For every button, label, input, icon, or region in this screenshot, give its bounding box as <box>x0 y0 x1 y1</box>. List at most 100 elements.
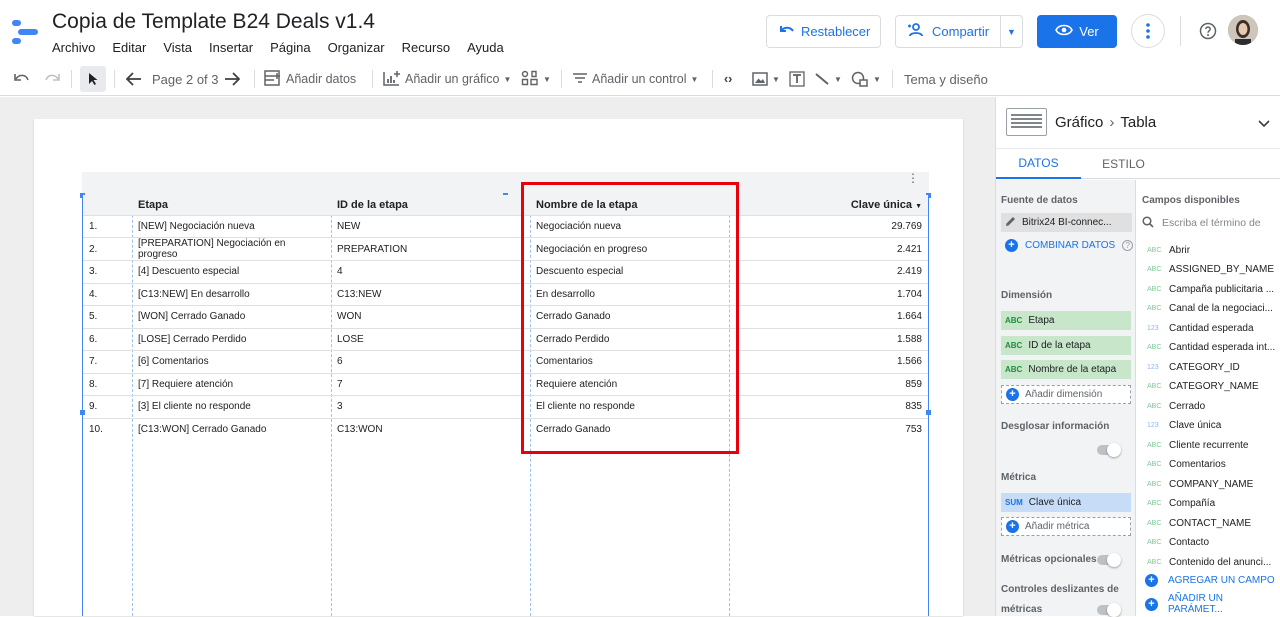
toolbar-separator <box>114 70 115 88</box>
chart-menu-icon[interactable]: ⋮ <box>907 172 919 184</box>
menu-pagina[interactable]: Página <box>270 40 310 55</box>
report-title[interactable]: Copia de Template B24 Deals v1.4 <box>52 10 375 34</box>
text-type-tag: ABC <box>1147 539 1162 546</box>
available-field-item[interactable]: ABC Campaña publicitaria ... <box>1147 281 1275 297</box>
add-dimension-button[interactable]: + Añadir dimensión <box>1001 385 1131 404</box>
agregar-campo-button[interactable]: + AGREGAR UN CAMPO <box>1145 574 1275 587</box>
compartir-button[interactable]: Compartir ▼ <box>895 15 1023 48</box>
menu-insertar[interactable]: Insertar <box>209 40 253 55</box>
add-chart-button[interactable]: Añadir un gráfico ▼ <box>383 62 511 96</box>
shape-icon[interactable]: ▼ <box>851 62 881 96</box>
undo-icon[interactable] <box>14 62 30 96</box>
menu-vista[interactable]: Vista <box>163 40 192 55</box>
desglosar-label: Desglosar información <box>1001 421 1110 432</box>
available-field-item[interactable]: ABC Cliente recurrente <box>1147 437 1275 453</box>
available-field-item[interactable]: 123 Clave única <box>1147 418 1275 434</box>
desglosar-toggle[interactable] <box>1097 443 1121 457</box>
available-field-item[interactable]: ABC Cerrado <box>1147 398 1275 414</box>
clave-unica-cell: 2.421 <box>729 237 928 261</box>
column-header-etapa[interactable]: Etapa <box>132 195 331 215</box>
table-row[interactable]: 10. [C13:WON] Cerrado Ganado C13:WON Cerrad… <box>83 417 928 441</box>
ver-button[interactable]: Ver <box>1037 15 1117 48</box>
available-field-item[interactable]: ABC Cantidad esperada int... <box>1147 340 1275 356</box>
data-source-chip[interactable]: Bitrix24 BI-connec... <box>1001 213 1132 232</box>
menu-ayuda[interactable]: Ayuda <box>467 40 504 55</box>
breadcrumb-tabla: Tabla <box>1120 114 1157 131</box>
available-field-item[interactable]: ABC Contacto <box>1147 535 1275 551</box>
available-field-item[interactable]: ABC CATEGORY_NAME <box>1147 379 1275 395</box>
user-avatar[interactable] <box>1228 15 1258 45</box>
table-row[interactable]: 5. [WON] Cerrado Ganado WON Cerrado Ganado 1… <box>83 305 928 328</box>
column-header-clave-unica[interactable]: Clave única ▼ <box>729 195 928 215</box>
menu-organizar[interactable]: Organizar <box>328 40 385 55</box>
available-field-item[interactable]: ABC Comentarios <box>1147 457 1275 473</box>
table-row[interactable]: 4. [C13:NEW] En desarrollo C13:NEW En desar… <box>83 282 928 306</box>
table-row[interactable]: 6. [LOSE] Cerrado Perdido LOSE Cerrado Perd… <box>83 327 928 351</box>
add-metric-button[interactable]: + Añadir métrica <box>1001 517 1131 536</box>
search-placeholder: Escriba el término de <box>1162 217 1261 229</box>
previous-page-icon[interactable] <box>126 62 142 96</box>
sum-aggregation-tag[interactable]: SUM <box>1005 498 1023 507</box>
redo-icon[interactable] <box>44 62 60 96</box>
help-icon[interactable] <box>1191 14 1225 48</box>
help-icon[interactable]: ? <box>1122 240 1134 251</box>
chevron-down-icon: ▼ <box>503 74 512 84</box>
clave-unica-cell: 1.664 <box>729 305 928 328</box>
add-control-button[interactable]: Añadir un control ▼ <box>572 62 698 96</box>
community-viz-button[interactable]: ▼ <box>521 62 551 96</box>
text-type-tag: ABC <box>1147 383 1162 390</box>
table-chart-type-icon[interactable] <box>1006 108 1047 136</box>
theme-layout-button[interactable]: Tema y diseño <box>904 62 988 96</box>
available-field-item[interactable]: ABC Contenido del anunci... <box>1147 554 1275 570</box>
table-row[interactable]: 2. [PREPARATION] Negociación en progreso P… <box>83 237 928 261</box>
text-box-icon[interactable] <box>789 62 805 96</box>
looker-studio-logo-icon[interactable] <box>12 20 38 44</box>
restablecer-button[interactable]: Restablecer <box>766 15 881 48</box>
tab-estilo[interactable]: ESTILO <box>1081 149 1166 179</box>
available-field-item[interactable]: ABC CONTACT_NAME <box>1147 515 1275 531</box>
available-field-item[interactable]: ABC Canal de la negociaci... <box>1147 301 1275 317</box>
combinar-datos-button[interactable]: + COMBINAR DATOS ? <box>1005 239 1134 252</box>
next-page-icon[interactable] <box>224 62 240 96</box>
dimension-chip-nombre-etapa[interactable]: ABC Nombre de la etapa <box>1001 360 1131 379</box>
menu-recurso[interactable]: Recurso <box>402 40 450 55</box>
dimension-chip-id-etapa[interactable]: ABC ID de la etapa <box>1001 336 1131 355</box>
select-pointer-icon[interactable] <box>80 66 106 92</box>
plus-icon: + <box>1005 239 1018 252</box>
metric-chip-clave-unica[interactable]: SUM Clave única <box>1001 493 1131 512</box>
menu-editar[interactable]: Editar <box>112 40 146 55</box>
compartir-dropdown-icon[interactable]: ▼ <box>1000 16 1022 47</box>
menu-archivo[interactable]: Archivo <box>52 40 95 55</box>
sort-descending-icon[interactable]: ▼ <box>915 203 922 210</box>
available-field-item[interactable]: ABC COMPANY_NAME <box>1147 476 1275 492</box>
table-row[interactable]: 3. [4] Descuento especial 4 Descuento espec… <box>83 260 928 283</box>
text-type-tag: ABC <box>1147 500 1162 507</box>
image-icon[interactable]: ▼ <box>752 62 780 96</box>
restablecer-label: Restablecer <box>801 24 871 39</box>
table-row[interactable]: 1. [NEW] Negociación nueva NEW Negociación … <box>83 214 928 238</box>
metricas-opcionales-toggle[interactable] <box>1097 553 1121 567</box>
controles-deslizantes-toggle[interactable] <box>1097 603 1121 617</box>
table-row[interactable]: 7. [6] Comentarios 6 Comentarios 1.566 <box>83 350 928 373</box>
field-search-input[interactable]: Escriba el término de <box>1142 213 1274 233</box>
dimension-chip-etapa[interactable]: ABC Etapa <box>1001 311 1131 330</box>
available-field-item[interactable]: ABC Compañía <box>1147 496 1275 512</box>
table-row[interactable]: 9. [3] El cliente no responde 3 El cliente … <box>83 395 928 418</box>
add-data-button[interactable]: Añadir datos <box>264 62 356 96</box>
text-type-tag: ABC <box>1147 480 1162 488</box>
available-field-item[interactable]: ABC Abrir <box>1147 242 1275 258</box>
field-name: Cantidad esperada int... <box>1169 342 1275 353</box>
available-field-item[interactable]: 123 CATEGORY_ID <box>1147 359 1275 375</box>
available-field-item[interactable]: 123 Cantidad esperada <box>1147 320 1275 336</box>
row-number-cell: 2. <box>83 237 132 261</box>
line-icon[interactable]: ▼ <box>814 62 842 96</box>
embed-code-icon[interactable]: ‹› <box>724 62 732 96</box>
more-options-icon[interactable] <box>1131 14 1165 48</box>
chevron-down-icon[interactable] <box>1258 115 1270 133</box>
available-field-item[interactable]: ABC ASSIGNED_BY_NAME <box>1147 262 1275 278</box>
table-row[interactable]: 8. [7] Requiere atención 7 Requiere atenció… <box>83 372 928 396</box>
anadir-parametro-button[interactable]: + AÑADIR UN PARÁMET... <box>1145 593 1280 615</box>
column-header-id-etapa[interactable]: ID de la etapa <box>331 195 530 215</box>
edit-pencil-icon[interactable] <box>1005 216 1016 230</box>
tab-datos[interactable]: DATOS <box>996 149 1081 179</box>
